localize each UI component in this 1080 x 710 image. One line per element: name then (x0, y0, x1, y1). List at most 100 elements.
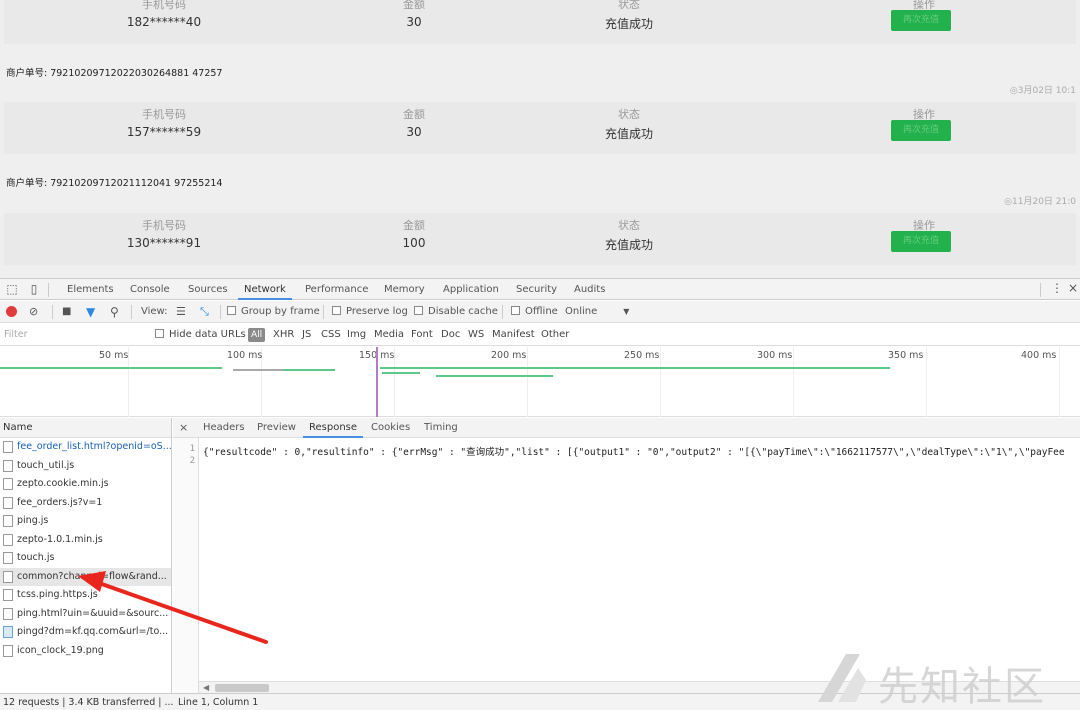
request-row[interactable]: ping.js (0, 512, 171, 531)
amount-header: 金额 (403, 0, 425, 11)
offline-toggle[interactable]: Offline (511, 301, 558, 323)
dom-content-loaded-marker (376, 347, 378, 417)
request-row[interactable]: fee_order_list.html?openid=oS... (0, 438, 171, 457)
tab-elements[interactable]: Elements (67, 279, 114, 300)
hide-data-urls-toggle[interactable]: Hide data URLs (155, 324, 246, 346)
tab-cookies[interactable]: Cookies (371, 418, 410, 438)
timeline-bar (283, 369, 335, 371)
watermark-text: 先知社区 (878, 664, 1046, 710)
timeline-bar (382, 372, 420, 374)
preserve-log-toggle[interactable]: Preserve log (332, 301, 408, 323)
inspect-element-icon[interactable]: ⬚ (5, 282, 19, 296)
checkbox-icon (414, 306, 423, 315)
tab-security[interactable]: Security (516, 279, 557, 300)
phone-value: 182******40 (126, 15, 202, 29)
filter-input[interactable]: Filter (2, 327, 142, 343)
tab-preview[interactable]: Preview (257, 418, 296, 438)
search-icon[interactable]: ⚲ (110, 301, 119, 323)
timeline-bar (0, 367, 222, 369)
merchant-order-number: 商户单号: 79210209712022030264881 47257 (6, 68, 223, 79)
scrollbar-thumb[interactable] (215, 684, 269, 692)
filter-type-img[interactable]: Img (347, 324, 366, 346)
amount-value: 30 (406, 15, 422, 29)
status-value: 充值成功 (604, 127, 653, 141)
request-row-selected[interactable]: common?channel=flow&rand... (0, 567, 171, 586)
capture-screenshots-icon[interactable]: ■ (62, 301, 71, 323)
disable-cache-toggle[interactable]: Disable cache (414, 301, 498, 323)
separator (220, 305, 221, 319)
amount-value: 100 (402, 236, 426, 250)
tab-audits[interactable]: Audits (574, 279, 605, 300)
close-detail-icon[interactable]: × (179, 418, 188, 438)
filter-type-css[interactable]: CSS (321, 324, 341, 346)
filter-type-font[interactable]: Font (411, 324, 433, 346)
phone-value: 157******59 (126, 125, 202, 139)
tab-timing[interactable]: Timing (424, 418, 458, 438)
tab-memory[interactable]: Memory (384, 279, 425, 300)
filter-type-doc[interactable]: Doc (441, 324, 460, 346)
order-time: ◎11月20日 21:0 (1004, 197, 1076, 207)
separator (502, 305, 503, 319)
request-row[interactable]: icon_clock_19.png (0, 642, 171, 661)
device-toolbar-icon[interactable]: ▯ (27, 282, 41, 296)
network-overview-timeline[interactable]: 50 ms 100 ms 150 ms 200 ms 250 ms 300 ms… (0, 347, 1080, 417)
request-row[interactable]: touch.js (0, 549, 171, 568)
request-row[interactable]: ping.html?uin=&uuid=&sourc... (0, 605, 171, 624)
request-row[interactable]: zepto-1.0.1.min.js (0, 531, 171, 550)
filter-type-manifest[interactable]: Manifest (492, 324, 535, 346)
record-icon[interactable] (6, 306, 17, 317)
recharge-again-button[interactable]: 再次充值 (891, 120, 951, 141)
tab-application[interactable]: Application (443, 279, 499, 300)
filter-type-xhr[interactable]: XHR (273, 324, 294, 346)
recharge-again-button[interactable]: 再次充值 (891, 10, 951, 31)
phone-value: 130******91 (126, 236, 202, 250)
separator (1040, 283, 1041, 297)
tick-line (660, 347, 661, 417)
close-devtools-icon[interactable]: × (1068, 281, 1078, 295)
group-by-frame-toggle[interactable]: Group by frame (227, 301, 320, 323)
filter-icon[interactable]: ▼ (86, 301, 95, 323)
tab-console[interactable]: Console (130, 279, 170, 300)
devtools-tabbar: ⬚ ▯ Elements Console Sources Network Per… (0, 279, 1080, 300)
name-column-header[interactable]: Name (0, 418, 171, 438)
amount-header: 金额 (403, 219, 425, 232)
timeline-bar (233, 369, 283, 371)
request-row[interactable]: pingd?dm=kf.qq.com&url=/to... (0, 623, 171, 642)
request-row[interactable]: touch_util.js (0, 457, 171, 476)
response-body[interactable]: {"resultcode" : 0,"resultinfo" : {"errMs… (203, 444, 1080, 458)
overview-icon[interactable]: ⤡ (200, 301, 209, 323)
watermark: 先知社区 (808, 650, 1078, 710)
checkbox-icon (155, 329, 164, 338)
tab-response[interactable]: Response (303, 418, 364, 438)
filter-type-all[interactable]: All (248, 328, 266, 342)
order-card: 手机号码 金额 状态 操作 182******40 30 充值成功 再次充值 (4, 0, 1076, 44)
tab-network[interactable]: Network (238, 279, 292, 300)
request-row[interactable]: fee_orders.js?v=1 (0, 494, 171, 513)
filter-type-js[interactable]: JS (302, 324, 311, 346)
script-file-icon (3, 515, 13, 527)
recharge-again-button[interactable]: 再次充值 (891, 231, 951, 252)
request-list: Name fee_order_list.html?openid=oS... to… (0, 418, 172, 693)
amount-value: 30 (406, 125, 422, 139)
request-row[interactable]: tcss.ping.https.js (0, 586, 171, 605)
tab-headers[interactable]: Headers (203, 418, 245, 438)
amount-header: 金额 (403, 108, 425, 121)
tab-performance[interactable]: Performance (305, 279, 368, 300)
image-file-icon (3, 644, 13, 657)
status-value: 充值成功 (604, 17, 653, 31)
tick-line (926, 347, 927, 417)
cursor-position: Line 1, Column 1 (178, 697, 259, 708)
xhr-file-icon (3, 570, 13, 583)
throttling-select[interactable]: Online ▼ (565, 301, 629, 323)
request-row[interactable]: zepto.cookie.min.js (0, 475, 171, 494)
tab-sources[interactable]: Sources (188, 279, 228, 300)
more-options-icon[interactable]: ⋮ (1051, 281, 1063, 295)
large-rows-icon[interactable]: ☰ (176, 301, 186, 323)
clear-icon[interactable]: ⊘ (29, 301, 38, 323)
script-file-icon (3, 459, 13, 472)
filter-type-media[interactable]: Media (374, 324, 404, 346)
filter-type-ws[interactable]: WS (468, 324, 484, 346)
tick-label: 250 ms (624, 350, 660, 361)
filter-type-other[interactable]: Other (541, 324, 569, 346)
script-file-icon (3, 533, 13, 546)
